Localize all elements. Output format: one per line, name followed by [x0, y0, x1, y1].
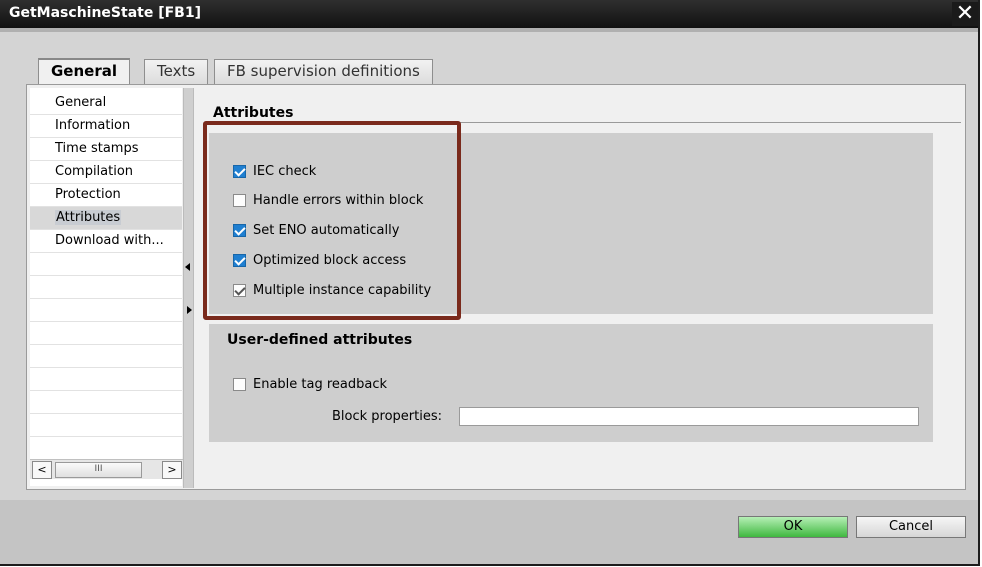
nav-item-label: Protection: [55, 187, 121, 202]
enable-tag-readback-checkbox[interactable]: [233, 378, 246, 391]
nav-empty-row: [30, 322, 182, 345]
chevron-right-icon: >: [167, 463, 177, 476]
title-bar: GetMaschineState [FB1] ✕: [0, 0, 978, 28]
tab-content: General Information Time stamps Compilat…: [26, 84, 966, 490]
user-defined-title: User-defined attributes: [227, 332, 413, 348]
nav-empty-row: [30, 391, 182, 414]
nav-item-compilation[interactable]: Compilation: [30, 161, 182, 184]
nav-item-time-stamps[interactable]: Time stamps: [30, 138, 182, 161]
chevron-left-icon: <: [37, 463, 47, 476]
tab-fb-supervision[interactable]: FB supervision definitions: [214, 59, 433, 84]
tab-texts-label: Texts: [157, 62, 196, 80]
nav-item-label: General: [55, 95, 107, 110]
block-properties-input[interactable]: [459, 407, 919, 426]
nav-item-label: Information: [55, 118, 131, 133]
close-button[interactable]: ✕: [952, 2, 978, 26]
tab-general-label: General: [51, 62, 117, 80]
ok-button[interactable]: OK: [738, 516, 848, 538]
window-title: GetMaschineState [FB1]: [9, 5, 201, 21]
cancel-button[interactable]: Cancel: [856, 516, 966, 538]
dialog-window: GetMaschineState [FB1] ✕ General Texts F…: [0, 0, 980, 566]
tab-fb-supervision-label: FB supervision definitions: [227, 62, 420, 80]
nav-empty-row: [30, 299, 182, 322]
nav-item-label: Time stamps: [55, 141, 139, 156]
nav-empty-row: [30, 437, 182, 460]
nav-item-label: Download with...: [55, 233, 164, 248]
enable-tag-readback-label: Enable tag readback: [253, 377, 388, 392]
nav-horizontal-scrollbar[interactable]: < III >: [30, 459, 183, 479]
nav-empty-row: [30, 276, 182, 299]
nav-item-download-with[interactable]: Download with...: [30, 230, 182, 253]
nav-item-general[interactable]: General: [30, 92, 182, 115]
nav-item-attributes[interactable]: Attributes: [30, 207, 182, 230]
scroll-right-button[interactable]: >: [162, 461, 182, 479]
nav-empty-row: [30, 345, 182, 368]
nav-item-information[interactable]: Information: [30, 115, 182, 138]
nav-tree: General Information Time stamps Compilat…: [30, 88, 182, 486]
collapse-left-icon[interactable]: [185, 263, 190, 271]
highlight-frame: [203, 121, 461, 320]
nav-item-label: Compilation: [55, 164, 134, 179]
scroll-thumb[interactable]: III: [55, 462, 142, 478]
title-strip: [0, 28, 978, 32]
nav-item-label: Attributes: [55, 210, 122, 225]
block-properties-label: Block properties:: [332, 409, 443, 424]
nav-item-protection[interactable]: Protection: [30, 184, 182, 207]
nav-empty-row: [30, 414, 182, 437]
expand-right-icon[interactable]: [187, 306, 192, 314]
scroll-left-button[interactable]: <: [32, 461, 52, 479]
pane-splitter[interactable]: [183, 88, 194, 488]
grip-icon: III: [94, 464, 103, 474]
nav-empty-row: [30, 368, 182, 391]
attributes-section-title: Attributes: [213, 105, 294, 121]
close-icon: ✕: [955, 1, 975, 26]
tab-texts[interactable]: Texts: [144, 59, 209, 84]
nav-empty-row: [30, 253, 182, 276]
tab-general[interactable]: General: [38, 58, 130, 85]
